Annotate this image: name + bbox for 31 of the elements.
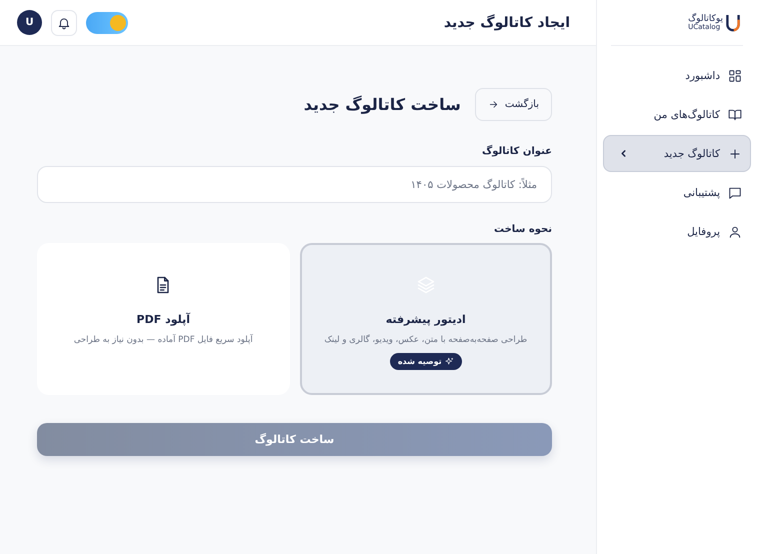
sidebar-item[interactable]: کاتالوگ‌های من bbox=[603, 96, 751, 133]
card-title: آپلود PDF bbox=[136, 313, 190, 326]
option-card[interactable]: ادیتور پیشرفته طراحی صفحه‌به‌صفحه با متن، عکس، ویدیو، گالری و لینک توصیه شده bbox=[300, 243, 552, 395]
user-icon bbox=[728, 224, 742, 238]
sidebar-item[interactable]: کاتالوگ جدید bbox=[603, 135, 751, 172]
sidebar-item[interactable]: پشتیبانی bbox=[603, 174, 751, 211]
theme-toggle[interactable] bbox=[86, 12, 128, 34]
page-title: ایجاد کاتالوگ جدید bbox=[444, 14, 570, 30]
book-icon bbox=[728, 108, 742, 122]
option-card[interactable]: آپلود PDF آپلود سریع فایل PDF آماده — بدون نیاز به طراحی bbox=[37, 243, 290, 395]
recommended-badge: توصیه شده bbox=[390, 353, 462, 370]
card-description: طراحی صفحه‌به‌صفحه با متن، عکس، ویدیو، گالری و لینک bbox=[324, 335, 528, 345]
field-label: نحوه ساخت bbox=[493, 224, 552, 235]
chat-icon bbox=[728, 186, 742, 200]
back-button[interactable]: بازگشت bbox=[474, 88, 552, 121]
logo-name: یوکاتالوگ bbox=[688, 14, 723, 24]
avatar[interactable]: U bbox=[17, 10, 42, 35]
form-title: ساخت کاتالوگ جدید bbox=[304, 95, 461, 114]
bell-icon bbox=[57, 16, 71, 30]
card-description: آپلود سریع فایل PDF آماده — بدون نیاز به طراحی bbox=[74, 335, 253, 345]
sparkle-icon bbox=[444, 357, 454, 366]
arrow-icon bbox=[488, 99, 499, 110]
sidebar-item[interactable]: پروفایل bbox=[603, 213, 751, 250]
sidebar-item[interactable]: داشبورد bbox=[603, 57, 751, 94]
plus-icon bbox=[728, 146, 742, 160]
input-field[interactable]: مثلاً: کاتالوگ محصولات ۱۴۰۵ bbox=[37, 166, 552, 203]
card-title: ادیتور پیشرفته bbox=[386, 313, 466, 326]
notification-button[interactable] bbox=[51, 10, 77, 36]
field-label: عنوان کاتالوگ bbox=[481, 146, 552, 157]
grid-icon bbox=[728, 68, 742, 82]
chevron-icon bbox=[620, 149, 627, 158]
